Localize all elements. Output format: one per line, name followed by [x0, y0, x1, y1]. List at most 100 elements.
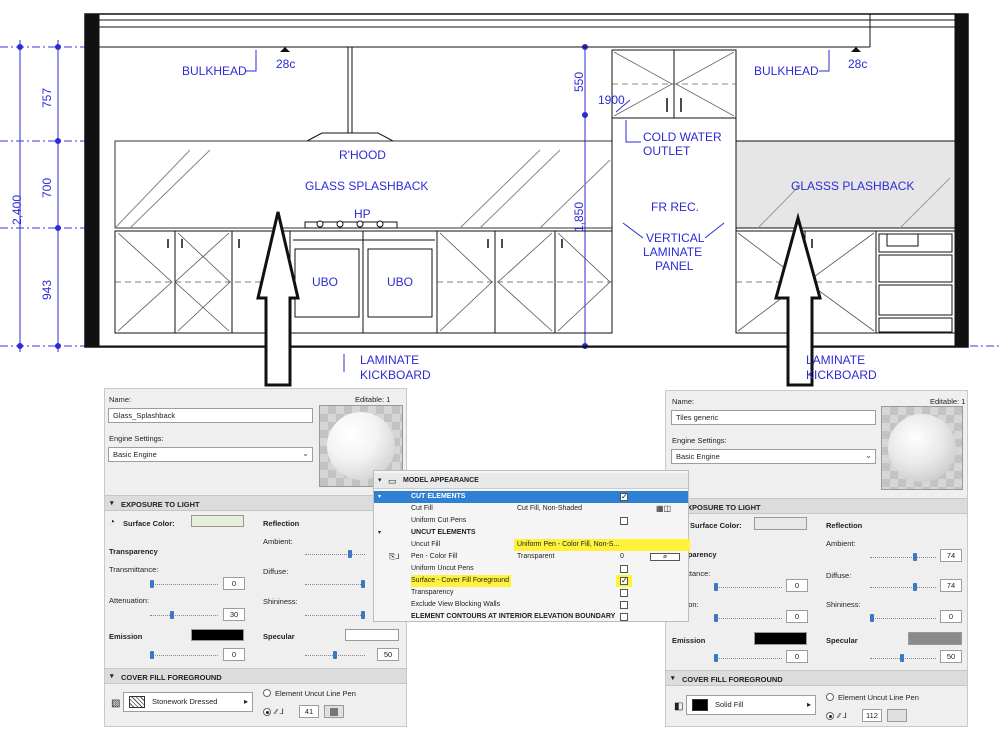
- collapse-triangle-icon: ▾: [671, 675, 675, 682]
- exclude-view-checkbox[interactable]: [620, 601, 628, 609]
- surface-icon: ◔: [109, 517, 116, 528]
- label-rangehood: R'HOOD: [339, 148, 386, 162]
- diffuse-label: Diffuse:: [263, 567, 289, 576]
- engine-select-value: Basic Engine: [676, 452, 720, 461]
- fill-type-selector[interactable]: Solid Fill ▸: [686, 695, 816, 715]
- pen-color-fill-row[interactable]: ⎘⅃ Pen - Color Fill Transparent 0 ⌀: [374, 551, 688, 563]
- emission-input[interactable]: 0: [223, 648, 245, 661]
- custom-pen-radio[interactable]: [826, 712, 834, 720]
- diffuse-slider[interactable]: [305, 579, 365, 589]
- collapse-triangle-icon: ▾: [110, 673, 114, 680]
- uniform-cut-pens-checkbox[interactable]: [620, 517, 628, 525]
- emission-slider[interactable]: [150, 650, 218, 660]
- engine-select[interactable]: Basic Engine ⌄: [108, 447, 313, 462]
- emission-label: Emission: [672, 636, 706, 645]
- model-appearance-header[interactable]: ▾ ▭ MODEL APPEARANCE: [374, 473, 688, 489]
- cut-elements-row[interactable]: ▾ CUT ELEMENTS: [374, 491, 688, 503]
- material-name-input[interactable]: Tiles generic: [671, 410, 876, 425]
- section-cover-fill-foreground[interactable]: ▾ COVER FILL FOREGROUND: [105, 668, 406, 684]
- element-contours-checkbox[interactable]: [620, 613, 628, 621]
- diffuse-input[interactable]: 74: [940, 579, 962, 592]
- surface-cover-fill-checkbox[interactable]: [620, 575, 628, 587]
- element-contours-row[interactable]: ELEMENT CONTOURS AT INTERIOR ELEVATION B…: [374, 611, 688, 623]
- pen-number-input[interactable]: 112: [862, 709, 882, 722]
- transmittance-slider[interactable]: [150, 579, 218, 589]
- model-appearance-panel: ▾ ▭ MODEL APPEARANCE ▾ CUT ELEMENTS Cut …: [373, 470, 690, 623]
- attenuation-input[interactable]: 0: [786, 610, 808, 623]
- uniform-cut-pens-row[interactable]: Uniform Cut Pens: [374, 515, 688, 527]
- fill-type-icon: ▧: [111, 698, 121, 709]
- transparency-checkbox[interactable]: [620, 589, 628, 597]
- emission-color-swatch[interactable]: [754, 632, 807, 645]
- transmittance-input[interactable]: 0: [786, 579, 808, 592]
- dim-550: 550: [572, 71, 586, 92]
- diffuse-label: Diffuse:: [826, 571, 852, 580]
- transparent-swatch-icon[interactable]: ⌀: [650, 553, 680, 561]
- specular-color-swatch[interactable]: [908, 632, 962, 645]
- label-bulkhead-left: BULKHEAD: [182, 64, 247, 78]
- emission-input[interactable]: 0: [786, 650, 808, 663]
- shininess-input[interactable]: 0: [940, 610, 962, 623]
- section-title: COVER FILL FOREGROUND: [121, 673, 222, 682]
- specular-input[interactable]: 50: [940, 650, 962, 663]
- arrow-right-icon: ▸: [243, 697, 248, 706]
- pen-number-input[interactable]: 41: [299, 705, 319, 718]
- surface-color-label: Surface Color:: [690, 521, 742, 530]
- pen-color-swatch[interactable]: [887, 709, 907, 722]
- surface-cover-fill-label: Surface - Cover Fill Foreground: [411, 575, 512, 587]
- shininess-slider[interactable]: [870, 613, 936, 623]
- uncut-pen-radio[interactable]: [826, 693, 834, 701]
- cut-elements-checkbox[interactable]: [620, 491, 628, 503]
- section-exposure-to-light[interactable]: ▾ EXPOSURE TO LIGHT: [105, 495, 406, 511]
- ambient-slider[interactable]: [870, 552, 936, 562]
- surface-cover-fill-row[interactable]: Surface - Cover Fill Foreground: [374, 575, 688, 587]
- surface-color-swatch[interactable]: [191, 515, 244, 527]
- uniform-uncut-pens-label: Uniform Uncut Pens: [411, 565, 474, 572]
- fill-options-icon[interactable]: ▦◫: [656, 503, 671, 515]
- specular-input[interactable]: 50: [377, 648, 399, 661]
- fill-type-selector[interactable]: Stonework Dressed ▸: [123, 692, 253, 712]
- attenuation-slider[interactable]: [714, 613, 782, 623]
- emission-color-swatch[interactable]: [191, 629, 244, 641]
- uniform-uncut-pens-checkbox[interactable]: [620, 565, 628, 573]
- uncut-pen-radio[interactable]: [263, 689, 271, 697]
- label-bulkhead-left-tag: 28c: [276, 57, 296, 71]
- label-kickboard-left-2: KICKBOARD: [360, 368, 431, 382]
- ambient-slider[interactable]: [305, 549, 365, 559]
- shininess-slider[interactable]: [305, 610, 365, 620]
- ambient-input[interactable]: 74: [940, 549, 962, 562]
- surface-color-swatch[interactable]: [754, 517, 807, 530]
- transparency-row[interactable]: Transparency: [374, 587, 688, 599]
- uncut-fill-row[interactable]: Uncut Fill Uniform Pen - Color Fill, Non…: [374, 539, 690, 551]
- label-kickboard-right-2: KICKBOARD: [806, 368, 877, 382]
- engine-select[interactable]: Basic Engine ⌄: [671, 449, 876, 464]
- section-title: EXPOSURE TO LIGHT: [682, 503, 761, 512]
- transmittance-slider[interactable]: [714, 582, 782, 592]
- uncut-elements-row[interactable]: ▾ UNCUT ELEMENTS: [374, 527, 688, 539]
- material-name-input[interactable]: Glass_Splashback: [108, 408, 313, 423]
- attenuation-input[interactable]: 30: [223, 608, 245, 621]
- shininess-label: Shininess:: [826, 600, 861, 609]
- ambient-label: Ambient:: [826, 539, 856, 548]
- transmittance-input[interactable]: 0: [223, 577, 245, 590]
- exclude-view-row[interactable]: Exclude View Blocking Walls: [374, 599, 688, 611]
- reflection-label: Reflection: [263, 519, 300, 528]
- uniform-uncut-pens-row[interactable]: Uniform Uncut Pens: [374, 563, 688, 575]
- attenuation-slider[interactable]: [150, 610, 218, 620]
- section-cover-fill-foreground[interactable]: ▾ COVER FILL FOREGROUND: [666, 670, 967, 686]
- specular-slider[interactable]: [305, 650, 365, 660]
- dim-lower: 943: [40, 279, 54, 300]
- custom-pen-radio[interactable]: [263, 708, 271, 716]
- engine-settings-label: Engine Settings:: [109, 434, 164, 443]
- section-exposure-to-light[interactable]: EXPOSURE TO LIGHT: [666, 498, 967, 514]
- pen-color-swatch[interactable]: [324, 705, 344, 718]
- specular-color-swatch[interactable]: [345, 629, 399, 641]
- specular-slider[interactable]: [870, 653, 936, 663]
- name-label: Name:: [672, 397, 695, 406]
- chevron-down-icon: ⌄: [865, 451, 872, 460]
- engine-settings-label: Engine Settings:: [672, 436, 727, 445]
- cut-fill-row[interactable]: Cut Fill Cut Fill, Non-Shaded ▦◫: [374, 503, 688, 515]
- diffuse-slider[interactable]: [870, 582, 936, 592]
- emission-slider[interactable]: [714, 653, 782, 663]
- name-label: Name:: [109, 395, 132, 404]
